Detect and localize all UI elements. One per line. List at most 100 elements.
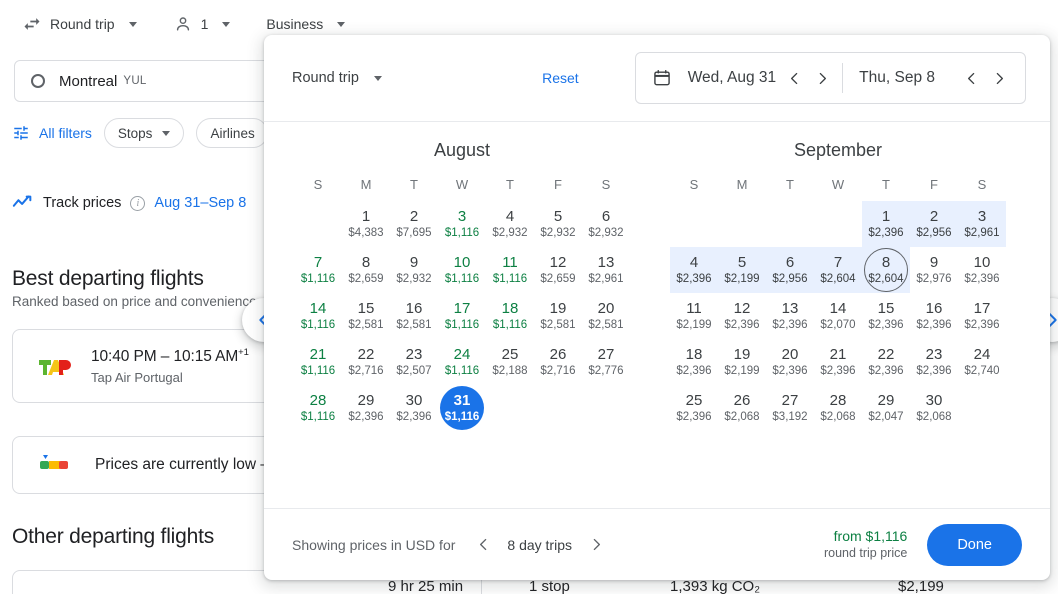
info-icon[interactable]: i [130, 195, 146, 211]
return-date-cell[interactable]: Thu, Sep 8 [855, 69, 939, 87]
cabin-class-selector[interactable]: Business [258, 10, 353, 38]
calendar-day-cell[interactable]: 31 $1,116 [438, 385, 486, 431]
calendar-week-row: 28 $1,116 29 $2,396 30 $2,396 31 $1,116 [294, 385, 630, 431]
day-price: $1,116 [444, 273, 480, 285]
calendar-day-cell[interactable]: 24 $1,116 [438, 339, 486, 385]
track-prices-dates[interactable]: Aug 31–Sep 8 [154, 195, 246, 211]
calendar-day-cell[interactable]: 22 $2,716 [342, 339, 390, 385]
calendar-day-cell[interactable]: 10 $1,116 [438, 247, 486, 293]
chevron-left-icon [479, 538, 487, 551]
day-number: 16 [925, 300, 943, 317]
calendar-week-row: 25 $2,396 26 $2,068 27 $3,192 28 $2,068 29 $2,047… [670, 385, 1006, 431]
calendar-day-cell[interactable]: 3 $2,961 [958, 201, 1006, 247]
day-price: $2,716 [348, 365, 384, 377]
flight-times: 10:40 PM – 10:15 AM+1 [91, 347, 249, 366]
calendar-day-cell[interactable]: 18 $1,116 [486, 293, 534, 339]
reset-button[interactable]: Reset [542, 70, 579, 86]
passengers-selector[interactable]: 1 [165, 8, 239, 40]
calendar-day-cell[interactable]: 14 $2,070 [814, 293, 862, 339]
calendar-day-cell[interactable]: 21 $2,396 [814, 339, 862, 385]
calendar-day-cell[interactable]: 20 $2,581 [582, 293, 630, 339]
calendar-day-cell[interactable]: 25 $2,188 [486, 339, 534, 385]
weekday-label: T [882, 177, 890, 192]
all-filters-label: All filters [39, 125, 92, 141]
airlines-filter-chip[interactable]: Airlines [196, 118, 269, 148]
calendar-day-cell[interactable]: 26 $2,716 [534, 339, 582, 385]
calendar-day-cell[interactable]: 30 $2,068 [910, 385, 958, 431]
calendar-day-cell[interactable]: 3 $1,116 [438, 201, 486, 247]
day-number: 12 [549, 254, 567, 271]
all-filters-button[interactable]: All filters [12, 124, 92, 142]
day-price: $2,776 [588, 365, 624, 377]
calendar-day-cell[interactable]: 26 $2,068 [718, 385, 766, 431]
departure-prev-day-button[interactable] [780, 64, 808, 92]
calendar-day-cell[interactable]: 8 $2,604 [862, 247, 910, 293]
origin-airport-code: YUL [123, 75, 147, 87]
weekday-header-row: SMTWTFS [670, 177, 1006, 201]
calendar-day-cell[interactable]: 5 $2,199 [718, 247, 766, 293]
calendar-day-cell[interactable]: 8 $2,659 [342, 247, 390, 293]
calendar-day-cell[interactable]: 7 $1,116 [294, 247, 342, 293]
departure-next-day-button[interactable] [808, 64, 836, 92]
calendar-day-cell[interactable]: 24 $2,740 [958, 339, 1006, 385]
return-prev-day-button[interactable] [957, 64, 985, 92]
calendar-day-cell[interactable]: 23 $2,396 [910, 339, 958, 385]
calendar-day-cell[interactable]: 17 $2,396 [958, 293, 1006, 339]
return-next-day-button[interactable] [985, 64, 1013, 92]
calendar-day-cell[interactable]: 19 $2,199 [718, 339, 766, 385]
calendar-day-cell[interactable]: 23 $2,507 [390, 339, 438, 385]
calendar-day-cell[interactable]: 4 $2,932 [486, 201, 534, 247]
calendar-day-cell[interactable]: 28 $2,068 [814, 385, 862, 431]
calendar-day-cell[interactable]: 1 $4,383 [342, 201, 390, 247]
calendar-day-cell[interactable]: 13 $2,396 [766, 293, 814, 339]
calendar-day-cell[interactable]: 21 $1,116 [294, 339, 342, 385]
calendar-day-cell[interactable]: 14 $1,116 [294, 293, 342, 339]
calendar-day-cell[interactable]: 12 $2,396 [718, 293, 766, 339]
stops-filter-chip[interactable]: Stops [103, 118, 185, 148]
calendar-day-cell[interactable]: 16 $2,581 [390, 293, 438, 339]
calendar-day-cell[interactable]: 7 $2,604 [814, 247, 862, 293]
calendar-day-cell[interactable]: 13 $2,961 [582, 247, 630, 293]
trip-length-prev-button[interactable] [469, 531, 497, 559]
dialog-trip-type-selector[interactable]: Round trip [292, 70, 382, 86]
calendar-day-cell[interactable]: 9 $2,976 [910, 247, 958, 293]
calendar-day-cell[interactable]: 27 $2,776 [582, 339, 630, 385]
calendar-day-cell[interactable]: 28 $1,116 [294, 385, 342, 431]
calendar-day-cell[interactable]: 10 $2,396 [958, 247, 1006, 293]
calendar-day-cell[interactable]: 15 $2,581 [342, 293, 390, 339]
calendar-day-cell[interactable]: 1 $2,396 [862, 201, 910, 247]
calendar-day-cell[interactable]: 5 $2,932 [534, 201, 582, 247]
departure-date-cell[interactable]: Wed, Aug 31 [684, 69, 780, 87]
flight-emissions: 1,393 kg CO₂ [670, 578, 761, 594]
calendar-day-cell[interactable]: 16 $2,396 [910, 293, 958, 339]
calendar-day-cell[interactable]: 11 $1,116 [486, 247, 534, 293]
calendar-day-cell[interactable]: 2 $7,695 [390, 201, 438, 247]
calendar-day-cell[interactable]: 22 $2,396 [862, 339, 910, 385]
day-number: 22 [877, 346, 895, 363]
origin-city[interactable]: Montreal [59, 73, 117, 90]
calendar-day-cell[interactable]: 15 $2,396 [862, 293, 910, 339]
done-button[interactable]: Done [927, 523, 1022, 566]
calendar-day-cell[interactable]: 2 $2,956 [910, 201, 958, 247]
trip-length-next-button[interactable] [582, 531, 610, 559]
calendar-day-cell[interactable]: 27 $3,192 [766, 385, 814, 431]
month-title: September [793, 140, 883, 160]
trip-type-selector[interactable]: Round trip [14, 8, 145, 40]
day-number: 25 [685, 392, 703, 409]
calendar-day-cell[interactable]: 6 $2,956 [766, 247, 814, 293]
calendar-day-cell[interactable]: 20 $2,396 [766, 339, 814, 385]
calendar-day-cell[interactable]: 17 $1,116 [438, 293, 486, 339]
calendar-day-cell[interactable]: 29 $2,047 [862, 385, 910, 431]
calendar-day-cell[interactable]: 4 $2,396 [670, 247, 718, 293]
calendar-day-cell[interactable]: 9 $2,932 [390, 247, 438, 293]
calendar-day-cell[interactable]: 12 $2,659 [534, 247, 582, 293]
day-price: $1,116 [300, 273, 336, 285]
day-price: $2,396 [868, 365, 904, 377]
calendar-day-cell[interactable]: 18 $2,396 [670, 339, 718, 385]
calendar-day-cell[interactable]: 30 $2,396 [390, 385, 438, 431]
calendar-day-cell[interactable]: 25 $2,396 [670, 385, 718, 431]
calendar-day-cell[interactable]: 29 $2,396 [342, 385, 390, 431]
calendar-day-cell[interactable]: 19 $2,581 [534, 293, 582, 339]
calendar-day-cell[interactable]: 11 $2,199 [670, 293, 718, 339]
calendar-day-cell[interactable]: 6 $2,932 [582, 201, 630, 247]
